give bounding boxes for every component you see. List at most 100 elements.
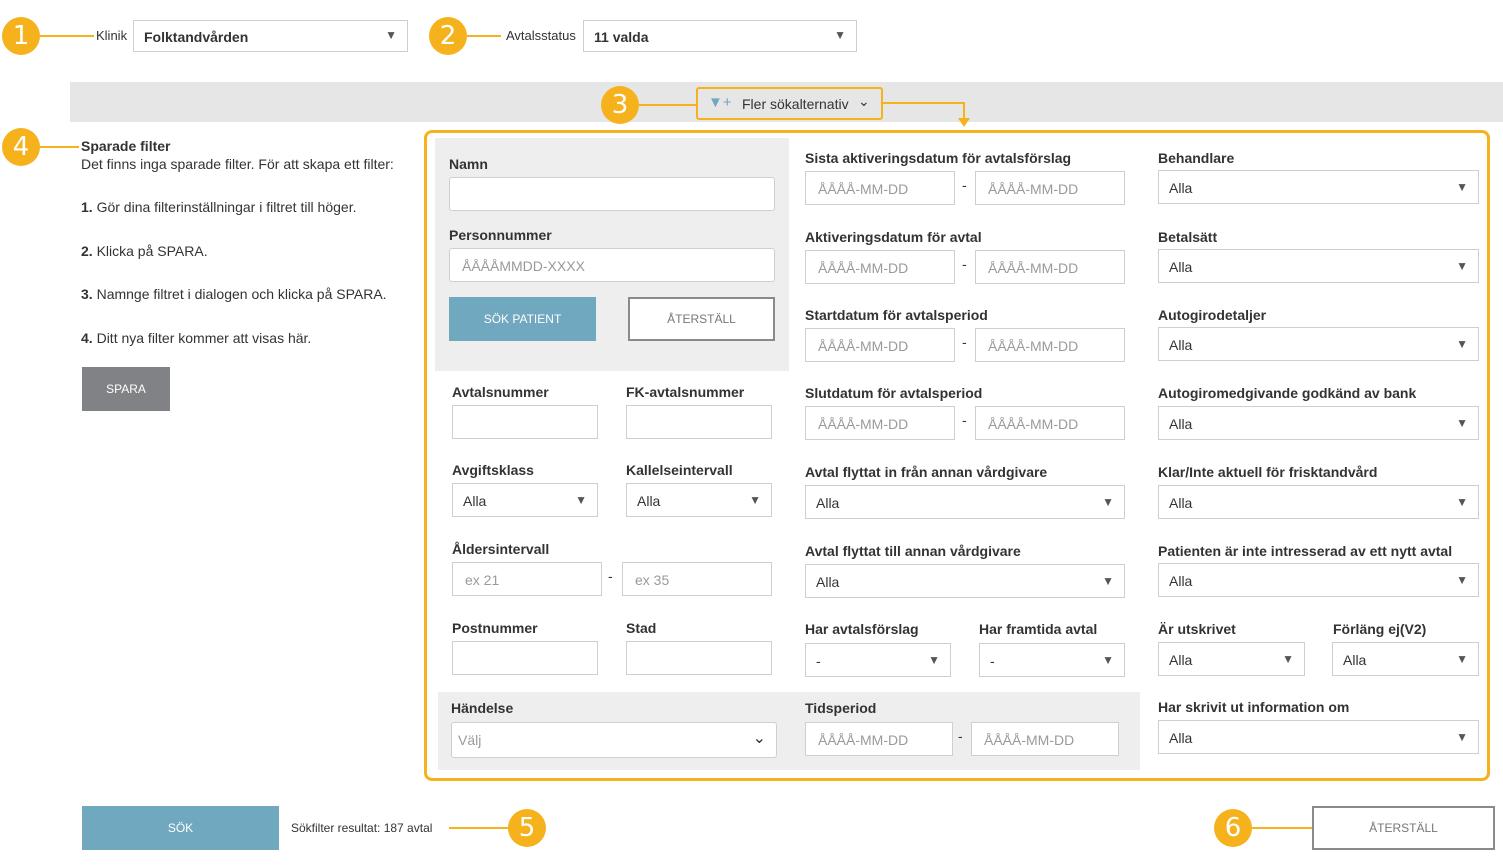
chevron-down-icon: ▼ xyxy=(1456,416,1468,430)
reset-patient-button[interactable]: ÅTERSTÄLL xyxy=(628,297,775,341)
alder-to-placeholder: ex 35 xyxy=(635,572,670,588)
klar-label: Klar/Inte aktuell för frisktandvård xyxy=(1158,464,1378,480)
search-button[interactable]: SÖK xyxy=(82,806,279,850)
aktivering-avtal-from-input[interactable]: ÅÅÅÅ-MM-DD xyxy=(805,250,955,284)
kallelseintervall-value: Alla xyxy=(637,493,661,509)
stad-input[interactable] xyxy=(626,641,772,675)
utskrivet-select[interactable]: Alla ▼ xyxy=(1158,642,1305,676)
callout-badge-4: 4 xyxy=(2,128,40,166)
date-placeholder: ÅÅÅÅ-MM-DD xyxy=(818,732,909,748)
saved-step-3: 3. Namnge filtret i dialogen och klicka … xyxy=(81,286,387,302)
reset-button[interactable]: ÅTERSTÄLL xyxy=(1312,806,1495,850)
saved-filters-intro: Det finns inga sparade filter. För att s… xyxy=(81,156,394,172)
intresserad-select[interactable]: Alla ▼ xyxy=(1158,563,1479,597)
more-options-button[interactable]: ▼+ Fler sökalternativ ⌄ xyxy=(696,87,883,120)
date-placeholder: ÅÅÅÅ-MM-DD xyxy=(988,260,1079,276)
saved-step-2: 2. Klicka på SPARA. xyxy=(81,243,208,259)
alder-from-input[interactable]: ex 21 xyxy=(452,562,602,596)
intresserad-label: Patienten är inte intresserad av ett nyt… xyxy=(1158,543,1453,559)
callout-arrow-icon xyxy=(958,118,970,127)
date-placeholder: ÅÅÅÅ-MM-DD xyxy=(988,338,1079,354)
sista-aktivering-to-input[interactable]: ÅÅÅÅ-MM-DD xyxy=(975,171,1125,205)
chevron-down-icon: ▼ xyxy=(1456,259,1468,273)
avgiftsklass-value: Alla xyxy=(463,493,487,509)
startdatum-from-input[interactable]: ÅÅÅÅ-MM-DD xyxy=(805,328,955,362)
personnummer-input[interactable]: ÅÅÅÅMMDD-XXXX xyxy=(449,248,775,282)
search-patient-button[interactable]: SÖK PATIENT xyxy=(449,297,596,341)
saved-filters-title: Sparade filter xyxy=(81,138,171,154)
flyttat-in-select[interactable]: Alla ▼ xyxy=(805,485,1125,519)
avgiftsklass-select[interactable]: Alla ▼ xyxy=(452,483,598,517)
date-placeholder: ÅÅÅÅ-MM-DD xyxy=(818,338,909,354)
callout-line-6 xyxy=(1252,827,1312,829)
betalsatt-label: Betalsätt xyxy=(1158,229,1218,245)
flyttat-till-value: Alla xyxy=(816,574,840,590)
avtalsstatus-label: Avtalsstatus xyxy=(506,28,576,43)
avtalsnummer-input[interactable] xyxy=(452,405,598,439)
name-input[interactable] xyxy=(449,177,775,211)
double-chevron-down-icon: ⌄ xyxy=(858,93,870,109)
saved-step-4: 4. Ditt nya filter kommer att visas här. xyxy=(81,330,312,346)
intresserad-value: Alla xyxy=(1169,573,1193,589)
result-count: Sökfilter resultat: 187 avtal xyxy=(291,821,433,835)
avtalsstatus-select[interactable]: 11 valda ▼ xyxy=(583,20,857,52)
handelse-select[interactable]: Välj ⌄ xyxy=(451,722,777,758)
klinik-select[interactable]: Folktandvården ▼ xyxy=(133,20,408,52)
chevron-down-icon: ▼ xyxy=(1102,495,1114,509)
har-forslag-label: Har avtalsförslag xyxy=(805,621,919,637)
klar-select[interactable]: Alla ▼ xyxy=(1158,485,1479,519)
slutdatum-from-input[interactable]: ÅÅÅÅ-MM-DD xyxy=(805,406,955,440)
flyttat-till-select[interactable]: Alla ▼ xyxy=(805,564,1125,598)
avgiftsklass-label: Avgiftsklass xyxy=(452,462,534,478)
tidsperiod-from-input[interactable]: ÅÅÅÅ-MM-DD xyxy=(805,722,953,756)
callout-line-2 xyxy=(467,35,501,37)
chevron-down-icon: ▼ xyxy=(1456,495,1468,509)
autogiromedgivande-label: Autogiromedgivande godkänd av bank xyxy=(1158,385,1417,401)
klinik-label: Klinik xyxy=(96,28,128,43)
forlang-select[interactable]: Alla ▼ xyxy=(1332,642,1479,676)
har-framtida-select[interactable]: - ▼ xyxy=(979,643,1125,677)
date-dash: - xyxy=(962,256,967,272)
alder-dash: - xyxy=(608,568,613,584)
filter-plus-icon: ▼+ xyxy=(708,94,732,111)
date-placeholder: ÅÅÅÅ-MM-DD xyxy=(984,732,1075,748)
aktivering-avtal-to-input[interactable]: ÅÅÅÅ-MM-DD xyxy=(975,250,1125,284)
date-dash: - xyxy=(962,334,967,350)
name-label: Namn xyxy=(449,156,488,172)
forlang-label: Förläng ej(V2) xyxy=(1333,621,1427,637)
date-placeholder: ÅÅÅÅ-MM-DD xyxy=(988,416,1079,432)
callout-line-4 xyxy=(40,146,79,148)
slutdatum-to-input[interactable]: ÅÅÅÅ-MM-DD xyxy=(975,406,1125,440)
save-filter-button[interactable]: SPARA xyxy=(82,367,170,411)
kallelseintervall-label: Kallelseintervall xyxy=(626,462,733,478)
aktivering-avtal-label: Aktiveringsdatum för avtal xyxy=(805,229,982,245)
autogirodetaljer-label: Autogirodetaljer xyxy=(1158,307,1267,323)
chevron-down-icon: ▼ xyxy=(1102,574,1114,588)
chevron-down-icon: ▼ xyxy=(834,28,846,42)
callout-line-1 xyxy=(40,35,94,37)
sista-aktivering-from-input[interactable]: ÅÅÅÅ-MM-DD xyxy=(805,171,955,205)
date-dash: - xyxy=(962,412,967,428)
chevron-down-icon: ▼ xyxy=(928,653,940,667)
flyttat-till-label: Avtal flyttat till annan vårdgivare xyxy=(805,543,1021,559)
more-options-label: Fler sökalternativ xyxy=(742,96,849,112)
har-forslag-select[interactable]: - ▼ xyxy=(805,643,951,677)
autogiromedgivande-select[interactable]: Alla ▼ xyxy=(1158,406,1479,440)
startdatum-to-input[interactable]: ÅÅÅÅ-MM-DD xyxy=(975,328,1125,362)
autogirodetaljer-select[interactable]: Alla ▼ xyxy=(1158,327,1479,361)
chevron-down-icon: ▼ xyxy=(575,493,587,507)
klinik-value: Folktandvården xyxy=(144,29,249,45)
fk-avtalsnummer-input[interactable] xyxy=(626,405,772,439)
tidsperiod-to-input[interactable]: ÅÅÅÅ-MM-DD xyxy=(971,722,1119,756)
postnummer-input[interactable] xyxy=(452,641,598,675)
date-placeholder: ÅÅÅÅ-MM-DD xyxy=(818,260,909,276)
personnummer-placeholder: ÅÅÅÅMMDD-XXXX xyxy=(462,258,585,274)
behandlare-select[interactable]: Alla ▼ xyxy=(1158,170,1479,204)
tidsperiod-dash: - xyxy=(958,728,963,744)
skrivit-ut-select[interactable]: Alla ▼ xyxy=(1158,720,1479,754)
kallelseintervall-select[interactable]: Alla ▼ xyxy=(626,483,772,517)
alder-to-input[interactable]: ex 35 xyxy=(622,562,772,596)
behandlare-value: Alla xyxy=(1169,180,1193,196)
autogirodetaljer-value: Alla xyxy=(1169,337,1193,353)
betalsatt-select[interactable]: Alla ▼ xyxy=(1158,249,1479,283)
